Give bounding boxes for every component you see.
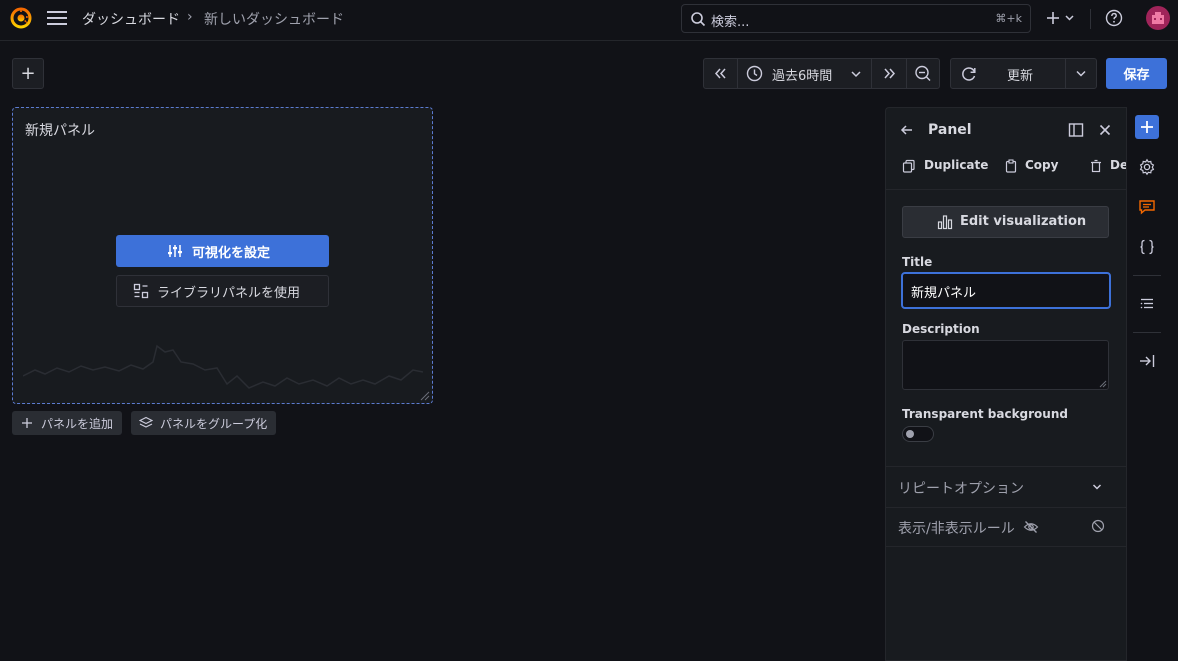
refresh-group: 更新 (950, 58, 1097, 89)
configure-visualization-button[interactable]: 可視化を設定 (116, 235, 329, 267)
visibility-rules-label: 表示/非表示ルール (898, 521, 1015, 537)
save-button[interactable]: 保存 (1106, 58, 1167, 89)
panel-edit-pane: Panel Duplicate Copy De Edit visualizati… (885, 107, 1126, 661)
time-shift-back-button[interactable] (704, 59, 738, 88)
chevron-down-icon (850, 68, 862, 80)
copy-label: Copy (1025, 158, 1059, 172)
plus-icon (21, 417, 33, 429)
clipboard-icon (1004, 159, 1018, 173)
bar-chart-icon (937, 214, 953, 230)
edit-pane-header: Panel (928, 122, 972, 138)
chevron-down-icon (1091, 481, 1103, 493)
search-shortcut: ⌘+k (995, 12, 1022, 25)
repeat-options-section[interactable]: リピートオプション (886, 467, 1126, 507)
braces-icon[interactable] (1138, 238, 1156, 256)
close-icon[interactable] (1098, 123, 1112, 137)
edit-visualization-button[interactable]: Edit visualization (902, 206, 1109, 238)
title-input-value: 新規パネル (911, 286, 977, 301)
comment-icon[interactable] (1138, 198, 1156, 216)
settings-icon[interactable] (1138, 158, 1156, 176)
breadcrumb-current: 新しいダッシュボード (204, 12, 344, 28)
outline-icon[interactable] (1138, 295, 1156, 313)
title-input[interactable]: 新規パネル (901, 272, 1111, 309)
arrow-left-icon[interactable] (900, 123, 914, 137)
add-button[interactable]: + (12, 58, 44, 89)
delete-button[interactable]: De (1089, 157, 1126, 175)
resize-handle[interactable] (420, 391, 430, 401)
toggle-knob (906, 430, 914, 438)
refresh-interval-dropdown[interactable] (1066, 59, 1096, 88)
avatar-icon[interactable] (1146, 6, 1170, 30)
trash-icon (1089, 159, 1103, 173)
new-panel[interactable]: 新規パネル 可視化を設定 ライブラリパネルを使用 (12, 107, 433, 404)
time-range-picker[interactable]: 過去6時間 (738, 59, 872, 88)
search-placeholder: 検索... (711, 15, 750, 30)
duplicate-label: Duplicate (924, 158, 989, 172)
group-panels-label: パネルをグループ化 (160, 417, 268, 431)
breadcrumb-dashboards[interactable]: ダッシュボード (82, 9, 180, 29)
add-element-button[interactable] (1135, 115, 1159, 139)
panel-title: 新規パネル (25, 123, 95, 139)
save-button-label: 保存 (1123, 68, 1150, 83)
collapse-icon[interactable] (1138, 352, 1156, 370)
group-panels-button[interactable]: パネルをグループ化 (131, 411, 276, 435)
eye-off-icon (1023, 519, 1039, 535)
transparent-background-label: Transparent background (902, 407, 1068, 421)
divider (1090, 9, 1091, 29)
resize-handle[interactable] (1099, 380, 1107, 388)
sliders-icon (167, 243, 183, 259)
transparent-background-toggle[interactable] (902, 426, 934, 442)
dock-icon[interactable] (1068, 122, 1084, 138)
refresh-button[interactable]: 更新 (951, 59, 1066, 88)
grafana-logo-icon[interactable] (9, 6, 33, 30)
block-icon[interactable] (1091, 519, 1105, 533)
zoom-out-icon[interactable] (907, 59, 939, 88)
time-shift-forward-button[interactable] (872, 59, 907, 88)
time-controls: 過去6時間 (703, 58, 940, 89)
help-icon[interactable] (1105, 9, 1123, 27)
library-panel-button[interactable]: ライブラリパネルを使用 (116, 275, 329, 307)
delete-label: De (1110, 158, 1126, 172)
divider (1133, 275, 1161, 276)
right-rail (1126, 107, 1166, 661)
placeholder-sparkline (23, 340, 423, 395)
configure-visualization-label: 可視化を設定 (192, 246, 271, 261)
repeat-options-label: リピートオプション (898, 481, 1024, 497)
clock-icon (746, 65, 763, 82)
time-range-label: 過去6時間 (772, 69, 833, 84)
description-label: Description (902, 322, 980, 336)
library-icon (133, 283, 149, 299)
top-bar: ダッシュボード › 新しいダッシュボード 検索... ⌘+k (0, 0, 1178, 41)
library-panel-label: ライブラリパネルを使用 (157, 286, 301, 301)
add-panel-label: パネルを追加 (41, 417, 114, 431)
menu-icon[interactable] (46, 10, 68, 26)
divider (886, 546, 1126, 547)
refresh-label: 更新 (1007, 69, 1034, 84)
new-menu-button[interactable] (1043, 8, 1077, 28)
visibility-rules-section[interactable]: 表示/非表示ルール (886, 508, 1126, 546)
search-icon (690, 11, 706, 27)
description-textarea[interactable] (902, 340, 1109, 390)
divider (886, 189, 1126, 190)
edit-visualization-label: Edit visualization (960, 214, 1087, 229)
add-panel-button[interactable]: パネルを追加 (12, 411, 122, 435)
layers-icon (139, 416, 153, 430)
copy-button[interactable]: Copy (1004, 157, 1064, 175)
search-input[interactable]: 検索... ⌘+k (681, 4, 1031, 33)
breadcrumb-separator: › (187, 9, 193, 25)
title-label: Title (902, 255, 933, 269)
copy-icon (902, 159, 916, 173)
duplicate-button[interactable]: Duplicate (902, 157, 997, 175)
divider (1133, 332, 1161, 333)
refresh-icon (960, 65, 978, 83)
add-button-label: + (20, 63, 36, 84)
